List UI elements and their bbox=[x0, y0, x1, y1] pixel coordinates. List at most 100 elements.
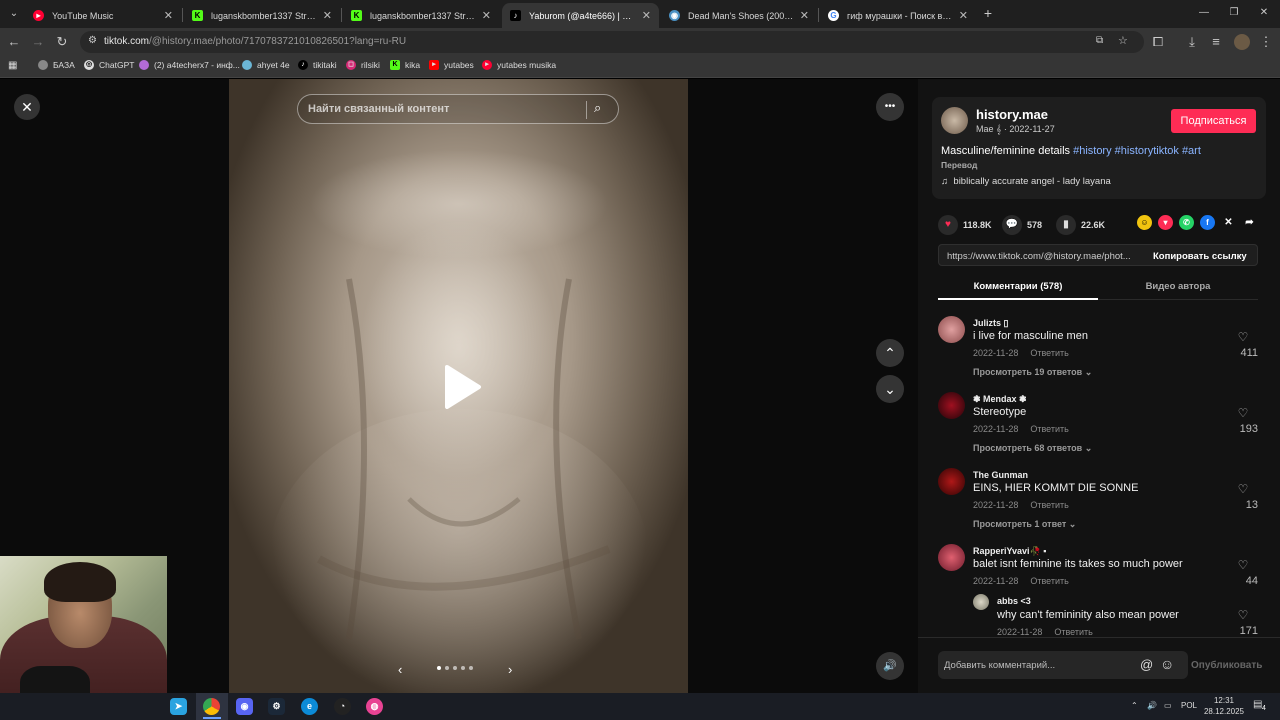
search-icon[interactable]: ⌕ bbox=[594, 100, 601, 116]
hashtag-link[interactable]: #history bbox=[1073, 145, 1112, 157]
tab-search-chevron-icon[interactable]: ⌄ bbox=[6, 6, 22, 22]
tab-kick-stream-1[interactable]: K luganskbomber1337 Stream - K ✕ bbox=[184, 3, 340, 28]
app-pink-icon[interactable]: ◍ bbox=[366, 698, 383, 715]
comments-button[interactable]: 💬 578 bbox=[1002, 215, 1042, 235]
bookmark-baza[interactable]: БАЗА bbox=[38, 60, 75, 70]
reply-button[interactable]: Ответить bbox=[1054, 627, 1092, 637]
downloads-icon[interactable]: ⤓ bbox=[1184, 34, 1200, 50]
bookmark-tikitaki[interactable]: ♪ tikitaki bbox=[298, 60, 337, 70]
clock-date[interactable]: 28.12.2025 bbox=[1202, 707, 1246, 716]
view-replies-button[interactable]: Просмотреть 1 ответ ⌄ bbox=[973, 519, 1076, 530]
copy-link-button[interactable]: Копировать ссылку bbox=[1153, 251, 1247, 262]
view-replies-button[interactable]: Просмотреть 19 ответов ⌄ bbox=[973, 367, 1092, 378]
commenter-username[interactable]: Julizts ▯ bbox=[973, 318, 1008, 329]
media-controls-icon[interactable]: ≡ bbox=[1208, 34, 1224, 50]
reply-button[interactable]: Ответить bbox=[1030, 576, 1068, 586]
volume-tray-icon[interactable]: 🔊 bbox=[1147, 701, 1157, 710]
facebook-icon[interactable]: f bbox=[1200, 215, 1215, 230]
tab-google-search[interactable]: G гиф мурашки - Поиск в Google ✕ bbox=[820, 3, 976, 28]
language-indicator[interactable]: POL bbox=[1181, 701, 1197, 710]
replier-avatar[interactable] bbox=[973, 594, 989, 610]
install-app-icon[interactable]: ⧉ bbox=[1096, 35, 1103, 46]
photo-prev-button[interactable]: ‹ bbox=[398, 662, 402, 677]
share-repost-icon[interactable]: ☺ bbox=[1137, 215, 1152, 230]
tab-tiktok[interactable]: ♪ Yaburom (@a4te666) | TikTok ✕ bbox=[502, 3, 659, 28]
extensions-icon[interactable]: ⧠ bbox=[1150, 34, 1166, 50]
follow-button[interactable]: Подписаться bbox=[1171, 109, 1256, 133]
steam-icon[interactable]: ⚙ bbox=[268, 698, 285, 715]
translate-link[interactable]: Перевод bbox=[941, 160, 977, 170]
more-options-button[interactable]: ••• bbox=[876, 93, 904, 121]
view-replies-button[interactable]: Просмотреть 68 ответов ⌄ bbox=[973, 443, 1092, 454]
window-close-button[interactable]: ✕ bbox=[1256, 5, 1272, 21]
commenter-avatar[interactable] bbox=[938, 316, 965, 343]
comment-like-icon[interactable]: ♡ bbox=[1233, 608, 1253, 622]
commenter-avatar[interactable] bbox=[938, 544, 965, 571]
bookmark-chatgpt[interactable]: ◎ ChatGPT bbox=[84, 60, 134, 70]
author-username[interactable]: history.mae bbox=[976, 107, 1048, 122]
post-link-text[interactable]: https://www.tiktok.com/@history.mae/phot… bbox=[947, 251, 1131, 262]
play-icon[interactable] bbox=[443, 365, 483, 409]
bookmark-star-icon[interactable]: ☆ bbox=[1118, 34, 1128, 47]
tab-kick-stream-2[interactable]: K luganskbomber1337 Stream - V ✕ bbox=[343, 3, 499, 28]
profile-avatar[interactable] bbox=[1234, 34, 1250, 50]
close-tab-icon[interactable]: ✕ bbox=[164, 9, 173, 22]
related-content-search[interactable]: Найти связанный контент ⌕ bbox=[297, 94, 619, 124]
previous-post-button[interactable]: ⌃ bbox=[876, 339, 904, 367]
commenter-username[interactable]: ❃ Mendax ❃ bbox=[973, 394, 1027, 405]
commenter-username[interactable]: The Gunman bbox=[973, 470, 1028, 480]
comment-like-icon[interactable]: ♡ bbox=[1233, 330, 1253, 344]
reply-button[interactable]: Ответить bbox=[1030, 348, 1068, 358]
save-button[interactable]: ▮ 22.6K bbox=[1056, 215, 1105, 235]
next-post-button[interactable]: ⌄ bbox=[876, 375, 904, 403]
bookmark-a4techerx7[interactable]: (2) a4techerx7 - инф... bbox=[139, 60, 240, 70]
new-tab-button[interactable]: + bbox=[980, 5, 996, 21]
chrome-icon[interactable] bbox=[203, 698, 220, 715]
replier-username[interactable]: abbs <3 bbox=[997, 596, 1031, 606]
url-text[interactable]: tiktok.com/@history.mae/photo/7170783721… bbox=[104, 36, 406, 47]
commenter-username[interactable]: RapperiYvavi🥀 ▪ bbox=[973, 546, 1046, 557]
close-tab-icon[interactable]: ✕ bbox=[482, 9, 491, 22]
browser-menu-icon[interactable]: ⋮ bbox=[1258, 34, 1274, 50]
reply-button[interactable]: Ответить bbox=[1030, 424, 1068, 434]
volume-button[interactable]: 🔊 bbox=[876, 652, 904, 680]
hashtag-link[interactable]: #historytiktok bbox=[1115, 145, 1179, 157]
bookmark-kika[interactable]: Kkika bbox=[390, 60, 420, 70]
add-comment-input[interactable]: Добавить комментарий... @ ☺ bbox=[938, 651, 1188, 679]
forward-icon[interactable]: → bbox=[30, 34, 46, 50]
close-tab-icon[interactable]: ✕ bbox=[642, 9, 651, 22]
tray-chevron-icon[interactable]: ⌃ bbox=[1131, 701, 1138, 710]
site-info-icon[interactable]: ⚙ bbox=[88, 35, 97, 46]
telegram-icon[interactable]: ➤ bbox=[170, 698, 187, 715]
apps-grid-icon[interactable]: ▦ bbox=[8, 60, 17, 71]
network-tray-icon[interactable]: ▭ bbox=[1164, 701, 1172, 710]
share-arrow-icon[interactable]: ➦ bbox=[1242, 215, 1257, 230]
commenter-avatar[interactable] bbox=[938, 392, 965, 419]
restore-button[interactable]: ❐ bbox=[1226, 5, 1242, 21]
comment-like-icon[interactable]: ♡ bbox=[1233, 558, 1253, 572]
post-link-box[interactable]: https://www.tiktok.com/@history.mae/phot… bbox=[938, 244, 1258, 266]
comment-like-icon[interactable]: ♡ bbox=[1233, 406, 1253, 420]
like-button[interactable]: ♥ 118.8K bbox=[938, 215, 992, 235]
discord-icon[interactable]: ◉ bbox=[236, 698, 253, 715]
close-tab-icon[interactable]: ✕ bbox=[800, 9, 809, 22]
whatsapp-icon[interactable]: ✆ bbox=[1179, 215, 1194, 230]
address-bar[interactable]: ⚙ tiktok.com/@history.mae/photo/71707837… bbox=[80, 31, 1144, 53]
close-player-button[interactable]: ✕ bbox=[14, 94, 40, 120]
tab-comments[interactable]: Комментарии (578) bbox=[938, 281, 1098, 292]
bookmark-yutabes-musika[interactable]: ▸ yutabes musika bbox=[482, 60, 556, 70]
music-link[interactable]: ♫ biblically accurate angel - lady layan… bbox=[941, 176, 1111, 187]
bookmark-yutabes[interactable]: ▸ yutabes bbox=[429, 60, 474, 70]
veiled-sculpture-photo[interactable]: ‹ › bbox=[229, 79, 688, 693]
post-comment-button[interactable]: Опубликовать bbox=[1191, 660, 1262, 671]
commenter-avatar[interactable] bbox=[938, 468, 965, 495]
tab-author-videos[interactable]: Видео автора bbox=[1098, 281, 1258, 292]
mention-icon[interactable]: @ bbox=[1140, 657, 1153, 672]
obs-icon[interactable]: ◔ bbox=[334, 698, 351, 715]
clock-time[interactable]: 12:31 bbox=[1204, 696, 1244, 705]
reload-icon[interactable]: ↻ bbox=[54, 34, 70, 50]
tab-youtube-music[interactable]: ▸ YouTube Music ✕ bbox=[25, 3, 181, 28]
author-avatar[interactable] bbox=[941, 107, 968, 134]
close-tab-icon[interactable]: ✕ bbox=[959, 9, 968, 22]
minimize-button[interactable]: — bbox=[1196, 5, 1212, 21]
